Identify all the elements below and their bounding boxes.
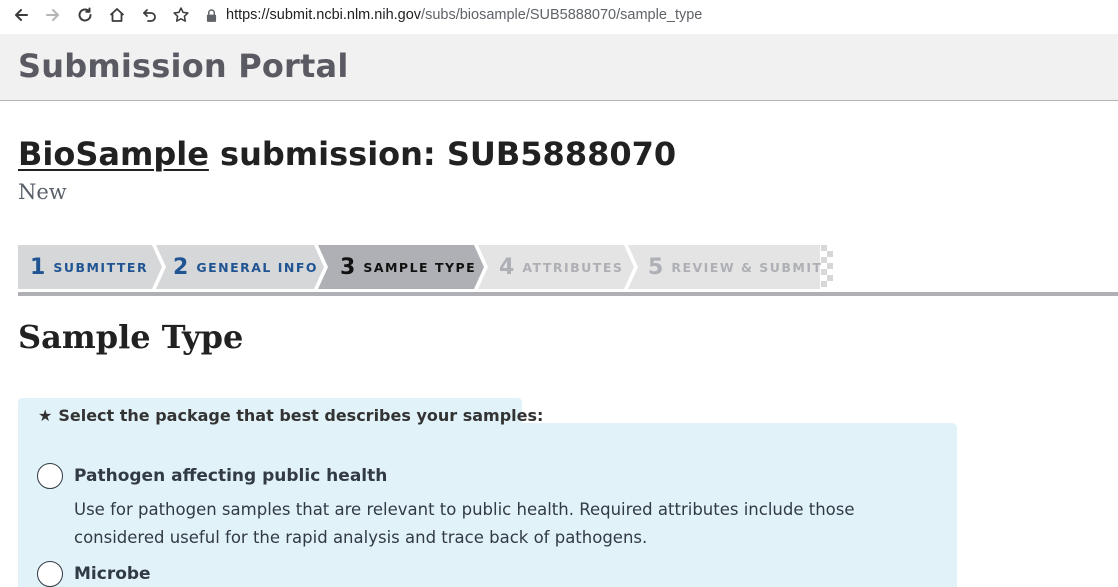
step-sample-type[interactable]: 3 SAMPLE TYPE [340,245,476,289]
page-title: BioSample submission: SUB5888070 [18,135,676,173]
forward-icon[interactable] [42,4,64,26]
option-title[interactable]: Microbe [74,564,151,584]
portal-header: Submission Portal [0,34,1118,101]
required-star-icon: ★ [38,406,53,425]
portal-title[interactable]: Submission Portal [18,47,349,85]
bookmark-star-icon[interactable] [170,4,192,26]
step-label: REVIEW & SUBMIT [671,259,823,275]
step-label: SAMPLE TYPE [363,259,477,275]
step-number: 3 [340,254,356,280]
address-bar[interactable]: https://submit.ncbi.nlm.nih.gov/subs/bio… [206,0,702,30]
step-number: 2 [173,254,189,280]
reload-icon[interactable] [74,4,96,26]
package-legend-text: Select the package that best describes y… [58,406,544,425]
step-number: 4 [499,254,515,280]
submission-stepper: 1 SUBMITTER 2 GENERAL INFO 3 SAMPLE TYPE… [18,245,838,289]
step-number: 5 [648,254,664,280]
step-attributes: 4 ATTRIBUTES [499,245,623,289]
radio-button[interactable] [37,561,63,587]
step-label: SUBMITTER [53,259,149,275]
step-general-info[interactable]: 2 GENERAL INFO [173,245,318,289]
section-title: Sample Type [18,318,244,356]
browser-toolbar: https://submit.ncbi.nlm.nih.gov/subs/bio… [0,0,1118,30]
radio-button[interactable] [37,463,63,489]
stepper-divider [18,292,1118,296]
undo-icon[interactable] [138,4,160,26]
url-host: https://submit.ncbi.nlm.nih.gov [226,7,422,23]
lock-icon [206,8,218,22]
step-label: GENERAL INFO [196,259,319,275]
url-path: /subs/biosample/SUB5888070/sample_type [421,7,703,23]
package-legend: ★ Select the package that best describes … [38,406,543,425]
home-icon[interactable] [106,4,128,26]
stepper-end-dots [821,245,833,287]
step-submitter[interactable]: 1 SUBMITTER [30,245,148,289]
url-text: https://submit.ncbi.nlm.nih.gov/subs/bio… [226,7,702,23]
biosample-link[interactable]: BioSample [18,135,209,173]
step-label: ATTRIBUTES [522,259,624,275]
step-number: 1 [30,254,46,280]
option-title[interactable]: Pathogen affecting public health [74,466,387,486]
option-description: Use for pathogen samples that are releva… [74,500,855,547]
back-icon[interactable] [10,4,32,26]
submission-status: New [18,180,67,204]
step-review-submit: 5 REVIEW & SUBMIT [648,245,823,289]
submission-id: submission: SUB5888070 [208,135,677,173]
